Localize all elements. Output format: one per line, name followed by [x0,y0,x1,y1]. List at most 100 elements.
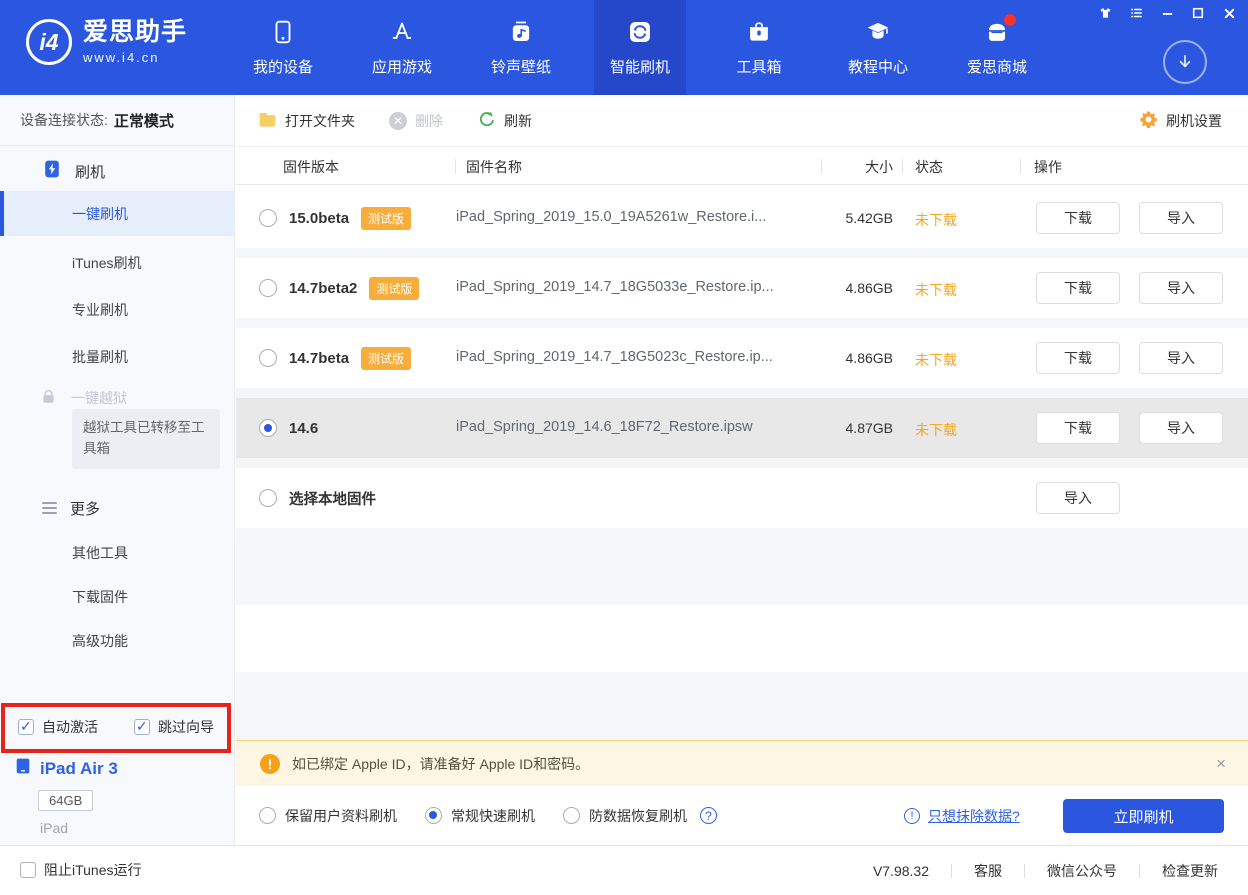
skip-wizard-checkbox[interactable]: 跳过向导 [134,717,214,737]
firmware-size: 4.87GB [845,420,893,436]
import-button[interactable]: 导入 [1139,342,1223,374]
flash-mode-options: 保留用户资料刷机 常规快速刷机 防数据恢复刷机 ? ! 只想抹除数据? 立即刷机 [236,786,1248,845]
auto-activate-checkbox[interactable]: 自动激活 [18,717,98,737]
lock-icon [40,388,57,408]
graduation-icon [864,18,892,46]
toolbox-icon [745,18,773,46]
firmware-radio[interactable] [259,209,277,227]
download-manager-button[interactable] [1163,40,1207,84]
nav-i4-store[interactable]: 爱思商城 [951,0,1043,95]
firmware-filename: iPad_Spring_2019_15.0_19A5261w_Restore.i… [456,209,767,225]
refresh-button[interactable]: 刷新 [477,110,532,132]
col-size: 大小 [865,159,893,175]
sidebar-item-one-click-flash[interactable]: 一键刷机 [0,191,234,236]
sidebar-item-itunes-flash[interactable]: iTunes刷机 [0,243,234,283]
help-icon[interactable]: ? [700,807,717,824]
col-firmware-version: 固件版本 [283,159,339,175]
list-icon[interactable] [1125,3,1147,23]
table-row-local-firmware[interactable]: 选择本地固件 导入 [236,468,1248,528]
sidebar-item-batch-flash[interactable]: 批量刷机 [0,337,234,377]
sidebar-group-more[interactable]: 更多 [0,488,234,528]
sidebar-item-download-firmware[interactable]: 下载固件 [0,577,234,617]
flash-settings-button[interactable]: 刷机设置 [1139,110,1222,132]
flash-now-button[interactable]: 立即刷机 [1063,799,1224,833]
table-row[interactable]: 14.7beta2 测试版 iPad_Spring_2019_14.7_18G5… [236,258,1248,318]
sidebar-group-flash[interactable]: 刷机 [0,151,234,191]
delete-circle-icon: ✕ [389,111,407,130]
sidebar-item-label: 下载固件 [72,589,128,605]
device-name: iPad Air 3 [14,757,118,780]
device-capacity-badge: 64GB [38,790,94,811]
table-header: 固件版本 固件名称 大小 状态 操作 [236,147,1248,185]
sidebar-item-label: 批量刷机 [72,349,128,365]
firmware-radio[interactable] [259,279,277,297]
table-row[interactable]: 15.0beta 测试版 iPad_Spring_2019_15.0_19A52… [236,188,1248,248]
download-button[interactable]: 下载 [1036,272,1120,304]
nav-toolbox[interactable]: 工具箱 [713,0,805,95]
sidebar-item-advanced-features[interactable]: 高级功能 [0,621,234,661]
nav-smart-flash[interactable]: 智能刷机 [594,0,686,95]
import-button[interactable]: 导入 [1036,482,1120,514]
nav-ringtones-wallpapers[interactable]: 铃声壁纸 [475,0,567,95]
skin-icon[interactable] [1094,3,1116,23]
app-logo: i4 爱思助手 www.i4.cn [26,19,187,65]
keep-user-data-radio[interactable]: 保留用户资料刷机 [259,806,397,826]
sidebar-item-other-tools[interactable]: 其他工具 [0,533,234,573]
beta-badge: 测试版 [361,346,412,370]
maximize-icon[interactable] [1187,3,1209,23]
wechat-official-link[interactable]: 微信公众号 [1047,861,1117,881]
table-row-selected[interactable]: 14.6 iPad_Spring_2019_14.6_18F72_Restore… [236,398,1248,458]
nav-my-devices[interactable]: 我的设备 [237,0,329,95]
close-icon[interactable] [1218,3,1240,23]
firmware-radio-checked[interactable] [259,419,277,437]
nav-apps-games[interactable]: 应用游戏 [356,0,448,95]
anti-recovery-flash-radio[interactable]: 防数据恢复刷机 ? [563,806,717,826]
customer-service-link[interactable]: 客服 [974,861,1002,881]
firmware-size: 5.42GB [845,210,893,226]
sidebar-item-label: 其他工具 [72,545,128,561]
firmware-radio[interactable] [259,349,277,367]
radio-checked-icon[interactable] [425,807,442,824]
nav-tutorial-center[interactable]: 教程中心 [832,0,924,95]
download-arrow-icon [1179,55,1191,68]
open-folder-button[interactable]: 打开文件夹 [258,110,355,132]
sync-icon [626,18,654,46]
firmware-filename: iPad_Spring_2019_14.6_18F72_Restore.ipsw [456,419,753,435]
gear-icon [1139,110,1158,132]
import-button[interactable]: 导入 [1139,202,1223,234]
checkbox-checked-icon[interactable] [18,718,34,735]
delete-button[interactable]: ✕ 删除 [389,111,443,131]
sidebar-item-label: iTunes刷机 [72,255,142,271]
import-button[interactable]: 导入 [1139,272,1223,304]
divider [1139,864,1140,878]
table-row[interactable]: 14.7beta 测试版 iPad_Spring_2019_14.7_18G50… [236,328,1248,388]
col-firmware-name: 固件名称 [466,159,522,175]
download-button[interactable]: 下载 [1036,342,1120,374]
device-type-label: iPad [40,820,69,836]
column-divider [902,159,903,174]
firmware-filename: iPad_Spring_2019_14.7_18G5023c_Restore.i… [456,349,773,365]
download-button[interactable]: 下载 [1036,412,1120,444]
beta-badge: 测试版 [361,206,412,230]
beta-badge: 测试版 [369,276,420,300]
nav-label: 智能刷机 [609,59,670,76]
normal-fast-flash-radio[interactable]: 常规快速刷机 [425,806,535,826]
logo-url: www.i4.cn [83,49,160,65]
checkbox-icon[interactable] [20,862,36,878]
download-button[interactable]: 下载 [1036,202,1120,234]
import-button[interactable]: 导入 [1139,412,1223,444]
radio-icon[interactable] [259,807,276,824]
logo-title: 爱思助手 [83,18,188,47]
check-update-link[interactable]: 检查更新 [1162,861,1218,881]
minimize-icon[interactable] [1156,3,1178,23]
open-folder-label: 打开文件夹 [285,112,355,129]
flash-phone-icon [42,159,62,183]
radio-icon[interactable] [563,807,580,824]
block-itunes-checkbox[interactable]: 阻止iTunes运行 [20,860,142,880]
erase-data-link[interactable]: 只想抹除数据? [928,806,1020,826]
jailbreak-moved-notice: 越狱工具已转移至工具箱 [72,409,220,469]
firmware-radio[interactable] [259,489,277,507]
close-icon[interactable]: × [1216,754,1226,774]
sidebar-item-pro-flash[interactable]: 专业刷机 [0,290,234,330]
checkbox-checked-icon[interactable] [134,718,150,735]
